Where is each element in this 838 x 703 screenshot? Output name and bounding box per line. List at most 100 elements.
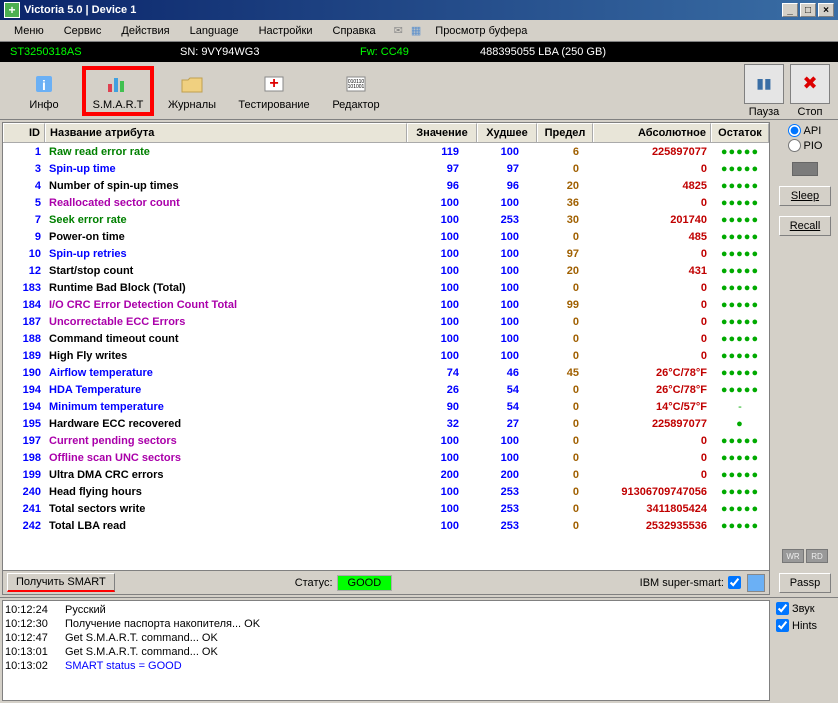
info-button[interactable]: i Инфо bbox=[8, 66, 80, 116]
table-row[interactable]: 184I/O CRC Error Detection Count Total10… bbox=[3, 296, 769, 313]
recall-button[interactable]: Recall bbox=[779, 216, 831, 236]
sound-checkbox[interactable] bbox=[776, 602, 789, 615]
cell-worst: 97 bbox=[477, 162, 537, 176]
table-row[interactable]: 7Seek error rate10025330201740●●●●● bbox=[3, 211, 769, 228]
table-row[interactable]: 5Reallocated sector count100100360●●●●● bbox=[3, 194, 769, 211]
close-button[interactable]: × bbox=[818, 3, 834, 17]
col-health[interactable]: Остаток bbox=[711, 123, 769, 142]
log-text: Получение паспорта накопителя... OK bbox=[65, 618, 767, 630]
col-raw[interactable]: Абсолютное bbox=[593, 123, 711, 142]
menu-buffer[interactable]: Просмотр буфера bbox=[425, 23, 537, 39]
table-row[interactable]: 199Ultra DMA CRC errors20020000●●●●● bbox=[3, 466, 769, 483]
cell-name: Number of spin-up times bbox=[45, 179, 407, 193]
get-smart-button[interactable]: Получить SMART bbox=[7, 573, 115, 592]
wr-button[interactable]: WR bbox=[782, 549, 804, 563]
cell-health: ●●●●● bbox=[711, 264, 769, 278]
editor-button[interactable]: 010110101001 Редактор bbox=[320, 66, 392, 116]
table-row[interactable]: 183Runtime Bad Block (Total)10010000●●●●… bbox=[3, 279, 769, 296]
table-row[interactable]: 241Total sectors write10025303411805424●… bbox=[3, 500, 769, 517]
cell-thresh: 0 bbox=[537, 417, 593, 431]
square-button[interactable] bbox=[747, 574, 765, 592]
cell-id: 4 bbox=[3, 179, 45, 193]
cell-raw: 0 bbox=[593, 468, 711, 482]
maximize-button[interactable]: □ bbox=[800, 3, 816, 17]
cell-thresh: 0 bbox=[537, 502, 593, 516]
pause-icon: ▮▮ bbox=[756, 75, 771, 92]
table-row[interactable]: 9Power-on time1001000485●●●●● bbox=[3, 228, 769, 245]
toolbar: i Инфо S.M.A.R.T Журналы + Тестирование … bbox=[0, 62, 838, 120]
table-row[interactable]: 240Head flying hours10025309130670974705… bbox=[3, 483, 769, 500]
cell-raw: 0 bbox=[593, 332, 711, 346]
table-row[interactable]: 242Total LBA read10025302532935536●●●●● bbox=[3, 517, 769, 534]
rd-button[interactable]: RD bbox=[806, 549, 828, 563]
cell-thresh: 0 bbox=[537, 519, 593, 533]
hints-label: Hints bbox=[792, 620, 817, 632]
log-row: 10:13:02SMART status = GOOD bbox=[5, 659, 767, 673]
table-row[interactable]: 198Offline scan UNC sectors10010000●●●●● bbox=[3, 449, 769, 466]
table-row[interactable]: 195Hardware ECC recovered32270225897077● bbox=[3, 415, 769, 432]
menu-item-3[interactable]: Language bbox=[180, 23, 249, 39]
table-row[interactable]: 188Command timeout count10010000●●●●● bbox=[3, 330, 769, 347]
cell-id: 240 bbox=[3, 485, 45, 499]
col-id[interactable]: ID bbox=[3, 123, 45, 142]
table-row[interactable]: 197Current pending sectors10010000●●●●● bbox=[3, 432, 769, 449]
api-radio[interactable] bbox=[788, 124, 801, 137]
cell-worst: 200 bbox=[477, 468, 537, 482]
menu-item-0[interactable]: Меню bbox=[4, 23, 54, 39]
cell-name: Uncorrectable ECC Errors bbox=[45, 315, 407, 329]
pio-radio[interactable] bbox=[788, 139, 801, 152]
table-row[interactable]: 190Airflow temperature74464526°C/78°F●●●… bbox=[3, 364, 769, 381]
svg-text:i: i bbox=[42, 77, 46, 93]
cell-val: 100 bbox=[407, 485, 477, 499]
table-row[interactable]: 194HDA Temperature2654026°C/78°F●●●●● bbox=[3, 381, 769, 398]
cell-id: 198 bbox=[3, 451, 45, 465]
passp-button[interactable]: Passp bbox=[779, 573, 831, 593]
buffer-icon: ▦ bbox=[411, 24, 421, 37]
cell-raw: 0 bbox=[593, 434, 711, 448]
cell-val: 100 bbox=[407, 434, 477, 448]
cell-worst: 100 bbox=[477, 434, 537, 448]
super-smart-checkbox[interactable] bbox=[728, 576, 741, 589]
journals-button[interactable]: Журналы bbox=[156, 66, 228, 116]
cell-thresh: 6 bbox=[537, 145, 593, 159]
table-row[interactable]: 1Raw read error rate1191006225897077●●●●… bbox=[3, 143, 769, 160]
stop-button[interactable]: ✖ bbox=[790, 64, 830, 104]
minimize-button[interactable]: _ bbox=[782, 3, 798, 17]
folder-icon bbox=[180, 71, 204, 97]
table-row[interactable]: 3Spin-up time979700●●●●● bbox=[3, 160, 769, 177]
cell-val: 100 bbox=[407, 264, 477, 278]
cell-val: 100 bbox=[407, 315, 477, 329]
table-row[interactable]: 12Start/stop count10010020431●●●●● bbox=[3, 262, 769, 279]
cell-thresh: 0 bbox=[537, 451, 593, 465]
table-row[interactable]: 187Uncorrectable ECC Errors10010000●●●●● bbox=[3, 313, 769, 330]
smart-button[interactable]: S.M.A.R.T bbox=[82, 66, 154, 116]
col-thresh[interactable]: Предел bbox=[537, 123, 593, 142]
table-row[interactable]: 10Spin-up retries100100970●●●●● bbox=[3, 245, 769, 262]
cell-name: Head flying hours bbox=[45, 485, 407, 499]
cell-val: 100 bbox=[407, 196, 477, 210]
cell-id: 184 bbox=[3, 298, 45, 312]
log-panel[interactable]: 10:12:24Русский10:12:30Получение паспорт… bbox=[2, 600, 770, 701]
cell-thresh: 36 bbox=[537, 196, 593, 210]
cell-name: High Fly writes bbox=[45, 349, 407, 363]
cell-worst: 100 bbox=[477, 451, 537, 465]
pause-button[interactable]: ▮▮ bbox=[744, 64, 784, 104]
menu-item-2[interactable]: Действия bbox=[111, 23, 179, 39]
smart-icon bbox=[106, 71, 130, 97]
table-row[interactable]: 194Minimum temperature9054014°C/57°F- bbox=[3, 398, 769, 415]
sleep-button[interactable]: Sleep bbox=[779, 186, 831, 206]
cell-val: 97 bbox=[407, 162, 477, 176]
cell-raw: 225897077 bbox=[593, 417, 711, 431]
table-row[interactable]: 189High Fly writes10010000●●●●● bbox=[3, 347, 769, 364]
hints-checkbox[interactable] bbox=[776, 619, 789, 632]
testing-button[interactable]: + Тестирование bbox=[230, 66, 318, 116]
col-name[interactable]: Название атрибута bbox=[45, 123, 407, 142]
table-row[interactable]: 4Number of spin-up times9696204825●●●●● bbox=[3, 177, 769, 194]
cell-name: Ultra DMA CRC errors bbox=[45, 468, 407, 482]
col-val[interactable]: Значение bbox=[407, 123, 477, 142]
menu-item-4[interactable]: Настройки bbox=[249, 23, 323, 39]
menu-item-5[interactable]: Справка bbox=[323, 23, 386, 39]
menu-item-1[interactable]: Сервис bbox=[54, 23, 112, 39]
col-worst[interactable]: Худшее bbox=[477, 123, 537, 142]
cell-raw: 0 bbox=[593, 162, 711, 176]
